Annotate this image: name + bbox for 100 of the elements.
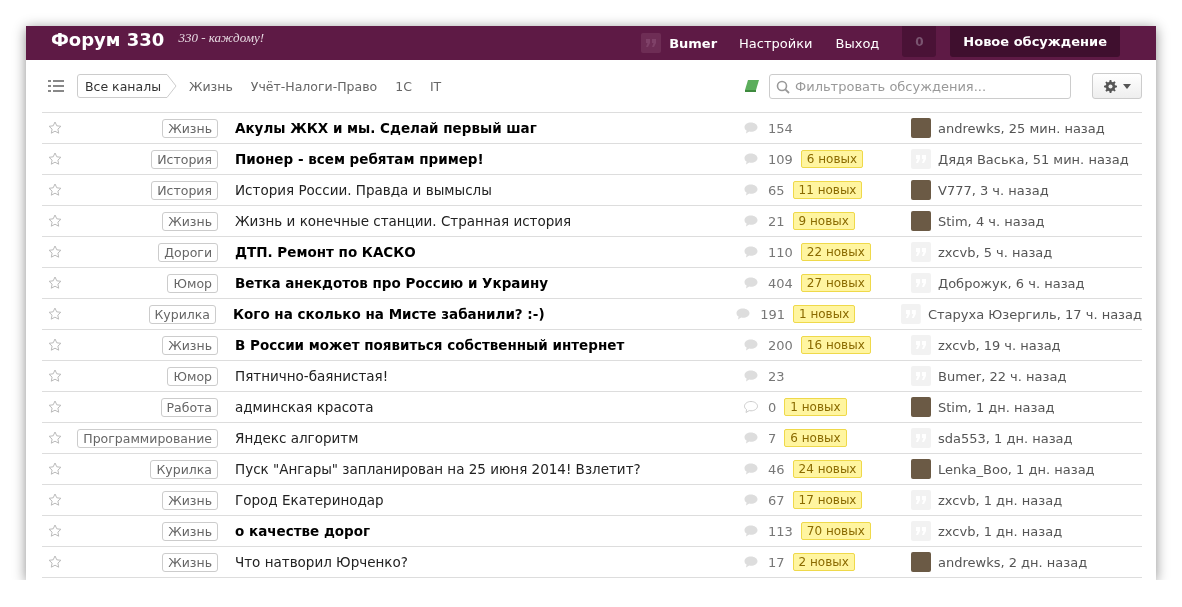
star-icon[interactable] — [48, 400, 62, 414]
new-discussion-button[interactable]: Новое обсуждение — [950, 26, 1120, 57]
last-post-author[interactable]: Дядя Васька, 51 мин. назад — [938, 151, 1129, 167]
avatar-photo-placeholder — [911, 397, 931, 417]
discussion-title[interactable]: История России. Правда и вымыслы — [235, 182, 744, 198]
last-post-author[interactable]: zxcvb, 1 дн. назад — [938, 492, 1063, 508]
gear-icon — [1103, 79, 1117, 93]
last-post-author[interactable]: Stim, 1 дн. назад — [938, 399, 1055, 415]
new-count-badge: 9 новых — [792, 212, 855, 230]
category-tag[interactable]: Юмор — [167, 273, 218, 293]
category-tag[interactable]: Юмор — [167, 366, 218, 386]
star-icon[interactable] — [48, 307, 62, 321]
star-icon[interactable] — [48, 152, 62, 166]
last-post-author[interactable]: zxcvb, 1 дн. назад — [938, 523, 1063, 539]
header-link[interactable]: Настройки — [739, 35, 813, 51]
last-post-author[interactable]: sda553, 1 дн. назад — [938, 430, 1073, 446]
discussion-title[interactable]: Жизнь и конечные станции. Странная история — [235, 213, 744, 229]
channel-tab[interactable]: Учёт-Налоги-Право — [250, 75, 378, 97]
star-icon[interactable] — [48, 338, 62, 352]
category-tag[interactable]: Курилка — [150, 459, 218, 479]
discussion-title[interactable]: Акулы ЖКХ и мы. Сделай первый шаг — [235, 120, 744, 136]
comment-count: 200 — [768, 337, 793, 353]
avatar-photo-placeholder — [911, 118, 931, 138]
category-tag[interactable]: История — [151, 180, 218, 200]
settings-button[interactable] — [1092, 73, 1142, 99]
star-icon[interactable] — [48, 121, 62, 135]
avatar-photo-placeholder — [911, 211, 931, 231]
last-post-author[interactable]: andrewks, 25 мин. назад — [938, 120, 1105, 136]
new-count-badge: 24 новых — [792, 460, 863, 478]
channel-tab[interactable]: 1С — [395, 75, 412, 97]
new-count-badge: 22 новых — [800, 243, 871, 261]
new-count-badge: 11 новых — [792, 181, 863, 199]
last-post-author[interactable]: andrewks, 2 дн. назад — [938, 554, 1088, 570]
star-icon[interactable] — [48, 555, 62, 569]
star-icon[interactable] — [48, 462, 62, 476]
category-tag[interactable]: История — [151, 149, 218, 169]
new-count-badge: 16 новых — [800, 336, 871, 354]
category-tag[interactable]: Курилка — [148, 304, 217, 324]
category-tag[interactable]: Программирование — [77, 428, 218, 448]
star-icon[interactable] — [48, 369, 62, 383]
last-post-author[interactable]: Stim, 4 ч. назад — [938, 213, 1045, 229]
channel-tab[interactable]: IT — [429, 75, 442, 97]
comment-count: 46 — [768, 461, 785, 477]
forum-title[interactable]: Форум 330 — [51, 28, 165, 50]
username-link[interactable]: Bumer — [669, 35, 718, 51]
category-tag[interactable]: Жизнь — [162, 335, 218, 355]
star-icon[interactable] — [48, 431, 62, 445]
discussion-title[interactable]: Яндекс алгоритм — [235, 430, 744, 446]
discussion-title[interactable]: Город Екатеринодар — [235, 492, 744, 508]
new-count-badge: 70 новых — [800, 522, 871, 540]
discussion-title[interactable]: Что натворил Юрченко? — [235, 554, 744, 570]
discussion-title[interactable]: Пятнично-баянистая! — [235, 368, 744, 384]
comment-count: 109 — [768, 151, 793, 167]
comment-count: 7 — [768, 430, 777, 446]
category-tag[interactable]: Дороги — [158, 242, 218, 262]
star-icon[interactable] — [48, 183, 62, 197]
discussion-title[interactable]: Пионер - всем ребятам пример! — [235, 151, 744, 167]
new-count-badge: 6 новых — [784, 429, 847, 447]
last-post-author[interactable]: V777, 3 ч. назад — [938, 182, 1049, 198]
last-post-author[interactable]: Доброжук, 6 ч. назад — [938, 275, 1085, 291]
last-post-author[interactable]: zxcvb, 5 ч. назад — [938, 244, 1053, 260]
comment-count: 404 — [768, 275, 793, 291]
new-count-badge: 2 новых — [792, 553, 855, 571]
discussion-title[interactable]: админская красота — [235, 399, 744, 415]
discussion-title[interactable]: В России может появиться собственный интернет — [235, 337, 744, 353]
search-field[interactable]: Фильтровать обсуждения... — [769, 73, 1071, 99]
channel-tab[interactable]: Жизнь — [189, 75, 233, 97]
forum-tagline: 330 - каждому! — [178, 30, 265, 46]
comment-count: 154 — [768, 120, 793, 136]
new-count-badge: 1 новых — [792, 305, 856, 323]
discussion-title[interactable]: Кого на сколько на Мисте забанили? :-) — [233, 306, 737, 322]
new-count-badge: 1 новых — [784, 398, 847, 416]
discussion-title[interactable]: Пуск "Ангары" запланирован на 25 июня 2014! Взлетит? — [235, 461, 744, 477]
discussion-title[interactable]: ДТП. Ремонт по КАСКО — [235, 244, 744, 260]
discussion-title[interactable]: Ветка анекдотов про Россию и Украину — [235, 275, 744, 291]
last-post-author[interactable]: Bumer, 22 ч. назад — [938, 368, 1067, 384]
new-count-badge: 17 новых — [792, 491, 863, 509]
comment-count: 65 — [768, 182, 785, 198]
category-tag[interactable]: Работа — [160, 397, 218, 417]
comment-count: 110 — [768, 244, 793, 260]
category-tag[interactable]: Жизнь — [162, 211, 218, 231]
discussion-title[interactable]: о качестве дорог — [235, 523, 744, 539]
star-icon[interactable] — [48, 493, 62, 507]
list-icon[interactable] — [48, 80, 64, 92]
category-tag[interactable]: Жизнь — [162, 118, 218, 138]
header-link[interactable]: Выход — [835, 35, 880, 51]
last-post-author[interactable]: Старуха Юзергиль, 17 ч. назад — [927, 306, 1142, 322]
star-icon[interactable] — [48, 245, 62, 259]
new-count-badge: 6 новых — [800, 150, 864, 168]
comment-count: 0 — [768, 399, 777, 415]
comment-count: 67 — [768, 492, 785, 508]
last-post-author[interactable]: zxcvb, 19 ч. назад — [938, 337, 1061, 353]
category-tag[interactable]: Жизнь — [162, 552, 218, 572]
category-tag[interactable]: Жизнь — [162, 490, 218, 510]
channel-tab[interactable]: Все каналы — [77, 74, 177, 98]
star-icon[interactable] — [48, 276, 62, 290]
star-icon[interactable] — [48, 214, 62, 228]
last-post-author[interactable]: Lenka_Boo, 1 дн. назад — [938, 461, 1095, 477]
category-tag[interactable]: Жизнь — [162, 521, 218, 541]
star-icon[interactable] — [48, 524, 62, 538]
